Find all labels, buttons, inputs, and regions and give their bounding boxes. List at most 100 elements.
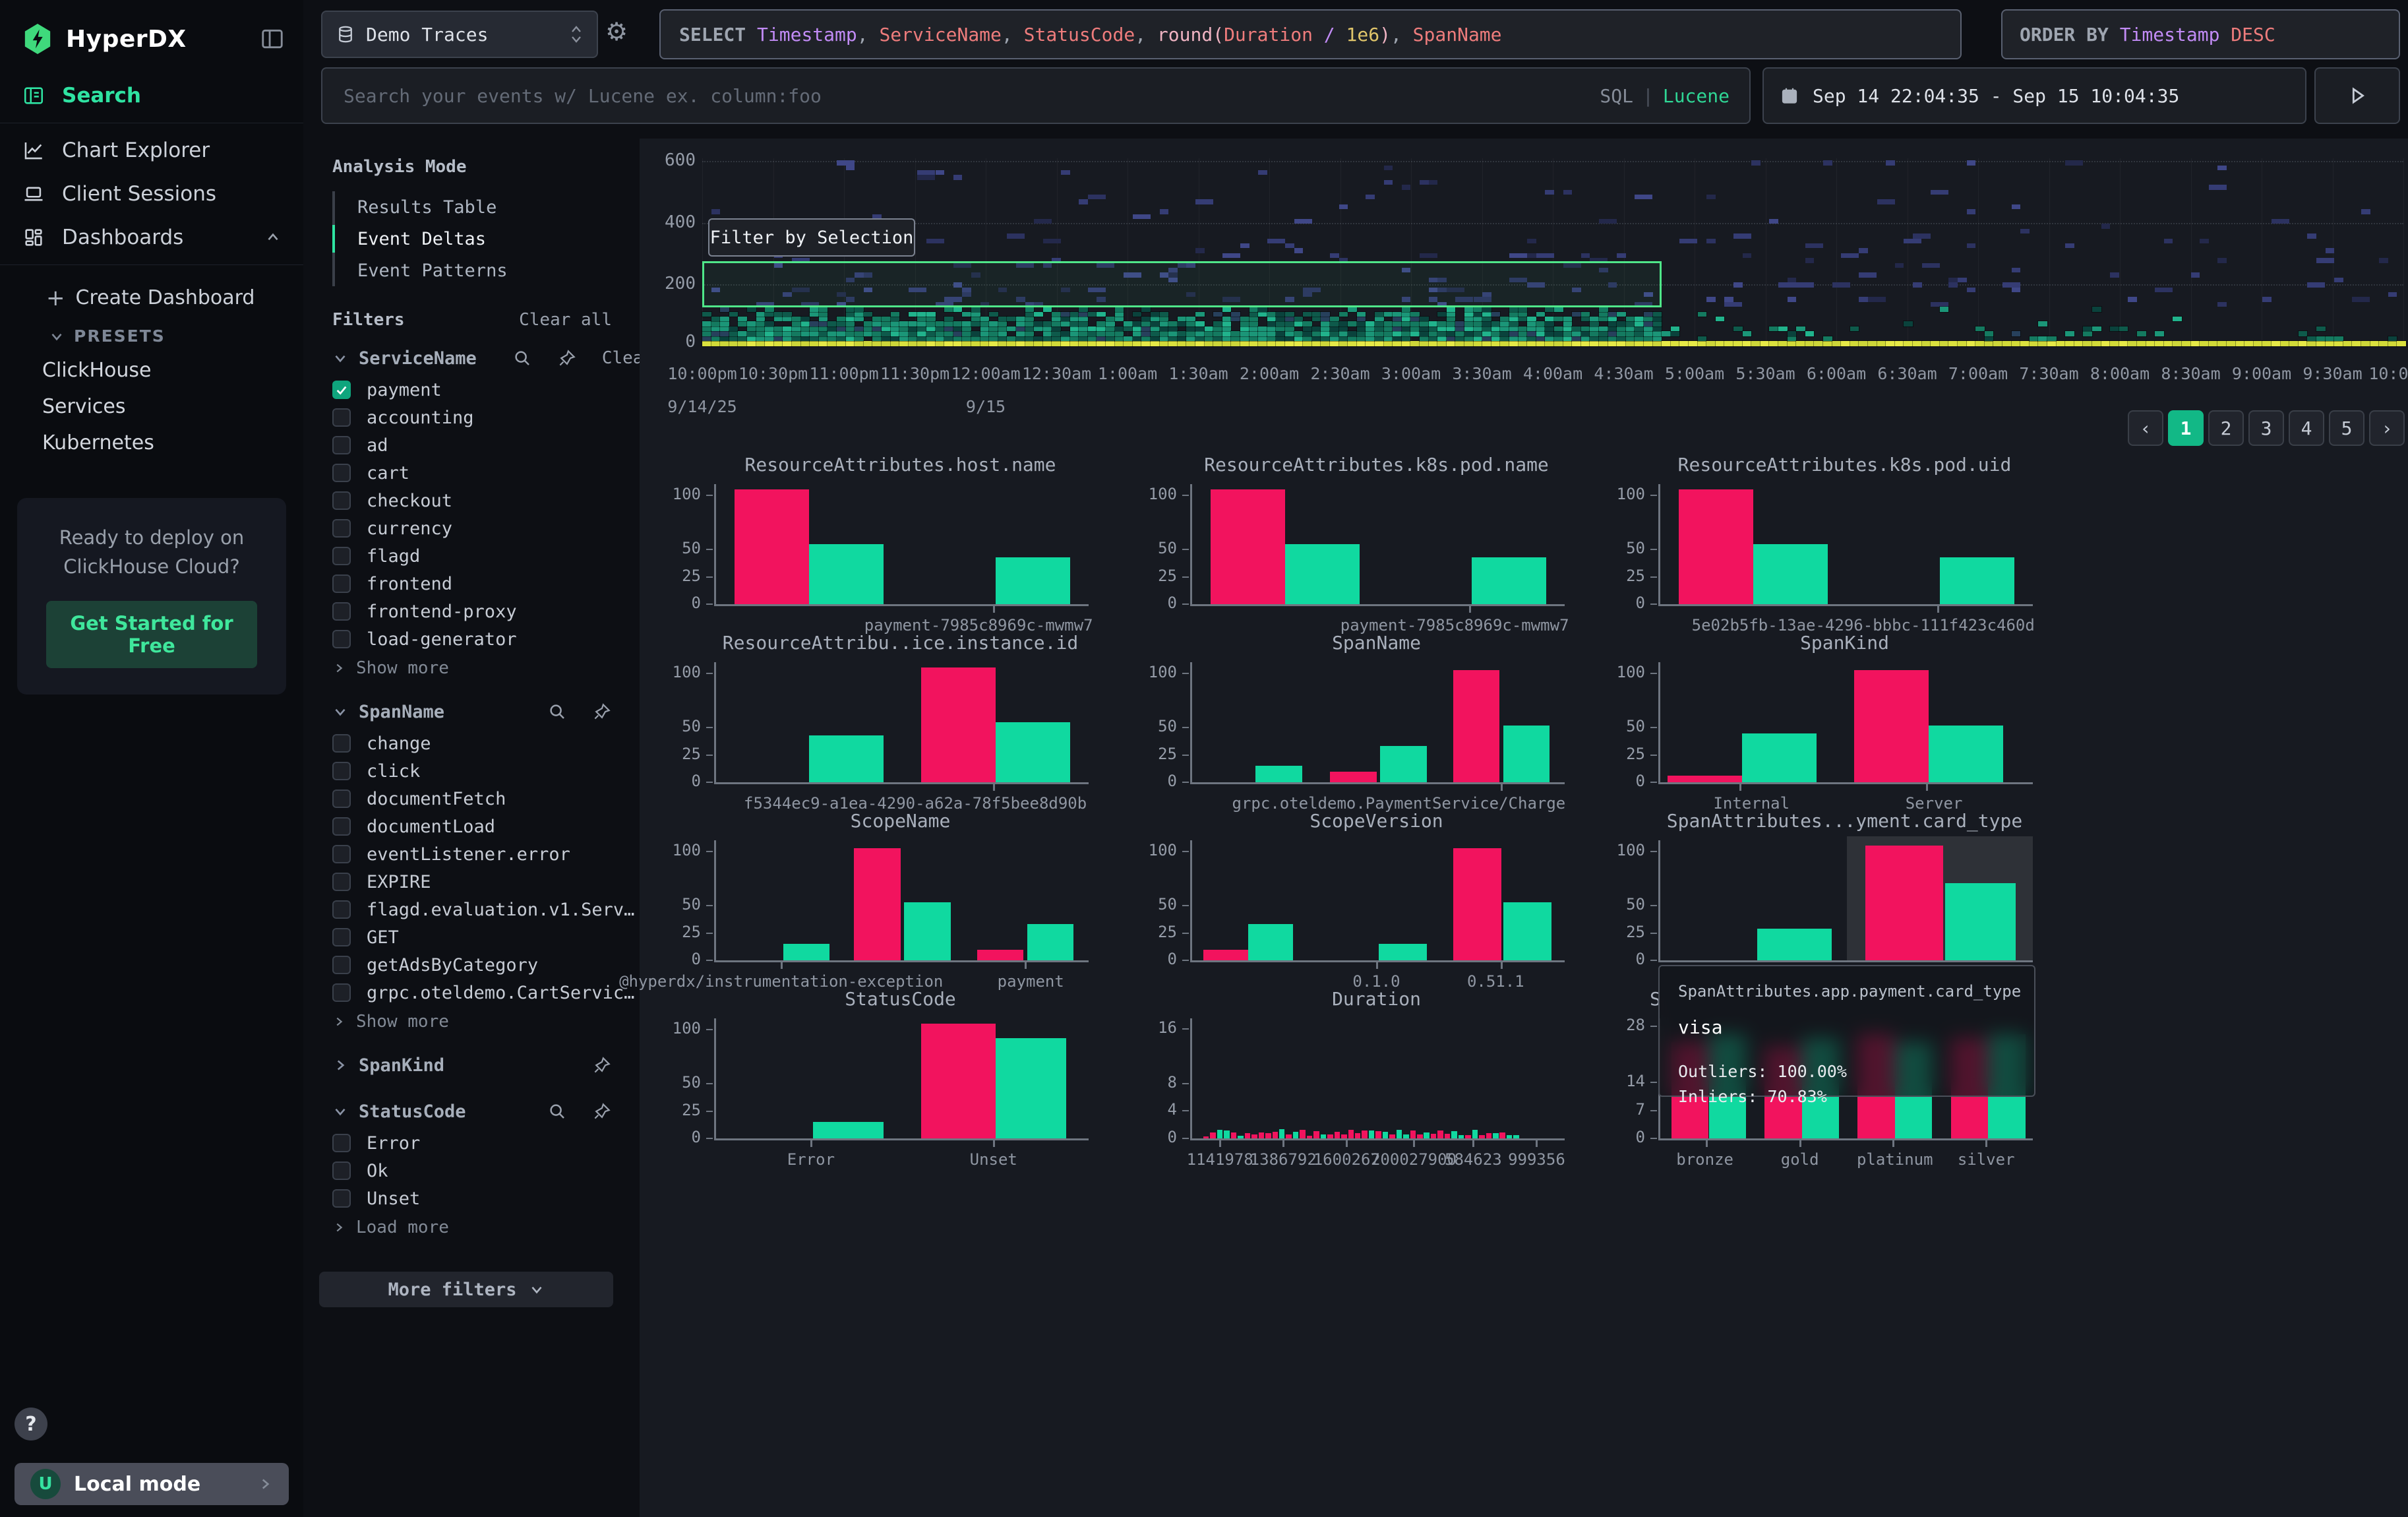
prev-page-button[interactable]: ‹ — [2128, 410, 2163, 446]
create-dashboard-button[interactable]: + Create Dashboard — [0, 270, 303, 309]
source-select[interactable]: Demo Traces — [321, 11, 598, 58]
chart-plot[interactable] — [714, 1018, 1089, 1140]
selection-rectangle[interactable] — [702, 261, 1662, 307]
duration-heatmap[interactable] — [702, 158, 2403, 346]
search-icon[interactable] — [547, 702, 567, 722]
pin-icon[interactable] — [557, 348, 577, 368]
filter-option-payment[interactable]: payment — [332, 376, 640, 404]
search-input[interactable] — [342, 84, 1600, 108]
filter-option-flagd-evaluation-v1-serv-[interactable]: flagd.evaluation.v1.Serv… — [332, 896, 640, 923]
page-button-1[interactable]: 1 — [2168, 410, 2204, 446]
sidebar-item-dashboards[interactable]: Dashboards — [0, 216, 303, 259]
pin-icon[interactable] — [592, 702, 612, 722]
filter-by-selection-button[interactable]: Filter by Selection — [708, 218, 915, 257]
search-icon[interactable] — [547, 1101, 567, 1121]
search-icon[interactable] — [512, 348, 532, 368]
sidebar-item-client-sessions[interactable]: Client Sessions — [0, 172, 303, 216]
show-more-button[interactable]: Show more — [332, 653, 640, 683]
sidebar-item-chart-explorer[interactable]: Chart Explorer — [0, 129, 303, 172]
filter-option-documentfetch[interactable]: documentFetch — [332, 785, 640, 813]
get-started-button[interactable]: Get Started for Free — [46, 601, 257, 668]
mode-sql[interactable]: SQL — [1600, 85, 1633, 107]
page-button-3[interactable]: 3 — [2248, 410, 2284, 446]
clear-all-button[interactable]: Clear all — [519, 310, 612, 330]
filter-option-expire[interactable]: EXPIRE — [332, 868, 640, 896]
checkbox[interactable] — [332, 408, 351, 427]
checkbox[interactable] — [332, 630, 351, 648]
checkbox[interactable] — [332, 928, 351, 946]
checkbox[interactable] — [332, 817, 351, 836]
chart-plot[interactable] — [1658, 840, 2033, 962]
sidebar-item-search[interactable]: Search — [0, 74, 303, 117]
filter-option-click[interactable]: click — [332, 757, 640, 785]
checkbox[interactable] — [332, 436, 351, 454]
next-page-button[interactable]: › — [2369, 410, 2405, 446]
chart-plot[interactable] — [714, 484, 1089, 606]
collapse-sidebar-icon[interactable] — [260, 26, 285, 51]
mode-lucene[interactable]: Lucene — [1663, 85, 1730, 107]
sidebar-preset-clickhouse[interactable]: ClickHouse — [0, 346, 303, 382]
checkbox[interactable] — [332, 1161, 351, 1180]
chart-plot[interactable] — [714, 840, 1089, 962]
show-more-button[interactable]: Show more — [332, 1006, 640, 1037]
analysis-mode-option-event-patterns[interactable]: Event Patterns — [335, 255, 640, 286]
run-query-button[interactable] — [2314, 67, 2400, 124]
checkbox[interactable] — [332, 519, 351, 538]
user-menu[interactable]: U Local mode — [15, 1463, 289, 1505]
date-range-picker[interactable]: Sep 14 22:04:35 - Sep 15 10:04:35 — [1762, 67, 2306, 124]
filter-option-accounting[interactable]: accounting — [332, 404, 640, 431]
presets-toggle[interactable]: PRESETS — [0, 309, 303, 346]
filter-option-get[interactable]: GET — [332, 923, 640, 951]
analysis-mode-option-results-table[interactable]: Results Table — [335, 191, 640, 223]
filter-option-frontend-proxy[interactable]: frontend-proxy — [332, 598, 640, 625]
filter-option-checkout[interactable]: checkout — [332, 487, 640, 514]
filter-option-cart[interactable]: cart — [332, 459, 640, 487]
more-filters-button[interactable]: More filters — [319, 1272, 613, 1307]
filter-section-header-spanname[interactable]: SpanName — [332, 694, 640, 729]
checkbox[interactable] — [332, 900, 351, 919]
checkbox[interactable] — [332, 574, 351, 593]
gear-icon[interactable]: ⚙ — [605, 17, 628, 46]
filter-option-ad[interactable]: ad — [332, 431, 640, 459]
checkbox[interactable] — [332, 547, 351, 565]
filter-option-frontend[interactable]: frontend — [332, 570, 640, 598]
filter-option-load-generator[interactable]: load-generator — [332, 625, 640, 653]
sidebar-preset-services[interactable]: Services — [0, 382, 303, 418]
pin-icon[interactable] — [592, 1055, 612, 1075]
filter-option-currency[interactable]: currency — [332, 514, 640, 542]
chart-plot[interactable] — [1190, 662, 1565, 784]
checkbox[interactable] — [332, 956, 351, 974]
filter-option-unset[interactable]: Unset — [332, 1185, 640, 1212]
page-button-2[interactable]: 2 — [2208, 410, 2244, 446]
filter-option-eventlistener-error[interactable]: eventListener.error — [332, 840, 640, 868]
checkbox[interactable] — [332, 734, 351, 753]
analysis-mode-option-event-deltas[interactable]: Event Deltas — [335, 223, 640, 255]
chart-plot[interactable] — [1190, 1018, 1565, 1140]
chart-plot[interactable] — [1658, 662, 2033, 784]
filter-section-header-servicename[interactable]: ServiceNameClear — [332, 340, 640, 376]
page-button-4[interactable]: 4 — [2289, 410, 2324, 446]
chart-plot[interactable] — [1658, 484, 2033, 606]
chart-plot[interactable] — [1190, 840, 1565, 962]
checkbox[interactable] — [332, 845, 351, 863]
checkbox[interactable] — [332, 1189, 351, 1208]
checkbox[interactable] — [332, 491, 351, 510]
checkbox[interactable] — [332, 983, 351, 1002]
checkbox[interactable] — [332, 1134, 351, 1152]
pin-icon[interactable] — [592, 1101, 612, 1121]
filter-section-header-spankind[interactable]: SpanKind — [332, 1047, 640, 1083]
checkbox[interactable] — [332, 789, 351, 808]
sidebar-preset-kubernetes[interactable]: Kubernetes — [0, 418, 303, 454]
checkbox[interactable] — [332, 873, 351, 891]
chart-plot[interactable] — [714, 662, 1089, 784]
sql-select-input[interactable]: SELECT Timestamp, ServiceName, StatusCod… — [659, 9, 1962, 59]
page-button-5[interactable]: 5 — [2329, 410, 2364, 446]
checkbox[interactable] — [332, 602, 351, 621]
chart-plot[interactable] — [1190, 484, 1565, 606]
checkbox[interactable] — [332, 381, 351, 399]
load-more-button[interactable]: Load more — [332, 1212, 640, 1243]
help-button[interactable]: ? — [15, 1408, 47, 1440]
order-by-input[interactable]: ORDER BY Timestamp DESC — [2001, 9, 2400, 59]
filter-section-header-statuscode[interactable]: StatusCode — [332, 1094, 640, 1129]
filter-option-documentload[interactable]: documentLoad — [332, 813, 640, 840]
